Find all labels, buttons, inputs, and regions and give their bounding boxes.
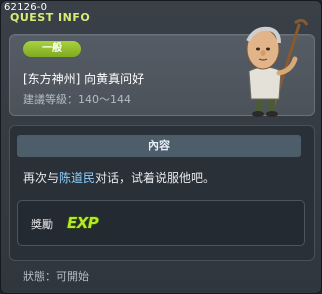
quest-description: 再次与陈道民对话，试着说服他吧。 (23, 169, 215, 186)
reward-label: 獎勵 (31, 218, 53, 231)
exp-icon: EXP (67, 214, 99, 232)
desc-suffix: 对话，试着说服他吧。 (95, 171, 216, 185)
content-header: 內容 (17, 135, 301, 157)
npc-name-link[interactable]: 陈道民 (59, 171, 95, 185)
quest-type-badge: 一般 (23, 41, 81, 57)
quest-info-window: 62126-0 QUEST INFO 一般 [东方神州] 向黄真问好 建議等級：… (0, 0, 322, 294)
quest-name: [东方神州] 向黄真问好 (23, 72, 145, 86)
recommended-level: 建議等級：140～144 (23, 93, 131, 106)
reward-box (17, 200, 305, 246)
window-title: QUEST INFO (10, 11, 91, 24)
npc-portrait-icon (246, 18, 309, 117)
desc-prefix: 再次与 (23, 171, 60, 185)
quest-status: 狀態：可開始 (23, 270, 89, 283)
